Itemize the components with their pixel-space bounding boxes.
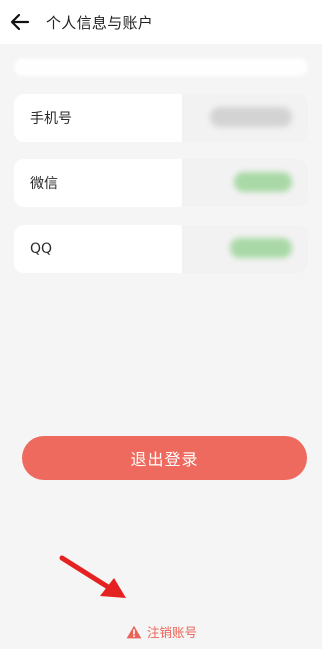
wechat-value-blurred	[234, 172, 292, 192]
value-mask	[182, 94, 308, 142]
value-mask	[182, 159, 308, 207]
red-arrow-icon	[59, 555, 126, 598]
header-bar: 个人信息与账户	[0, 0, 322, 44]
row-label-phone: 手机号	[30, 111, 72, 127]
qq-value-blurred	[230, 238, 292, 258]
logout-button[interactable]: 退出登录	[22, 436, 307, 480]
blurred-strip	[14, 58, 308, 76]
row-phone[interactable]: 手机号	[14, 94, 308, 142]
row-wechat[interactable]: 微信	[14, 159, 308, 207]
page-title: 个人信息与账户	[46, 13, 154, 32]
cancel-account-link[interactable]: 注销账号	[126, 622, 197, 641]
row-qq[interactable]: QQ	[14, 225, 308, 273]
value-mask	[182, 225, 308, 273]
row-label-wechat: 微信	[30, 176, 58, 192]
warning-icon	[126, 625, 142, 638]
phone-value-blurred	[210, 107, 292, 127]
cancel-account-label: 注销账号	[147, 625, 198, 640]
row-label-qq: QQ	[30, 241, 53, 257]
arrow-left-icon[interactable]	[8, 10, 32, 34]
